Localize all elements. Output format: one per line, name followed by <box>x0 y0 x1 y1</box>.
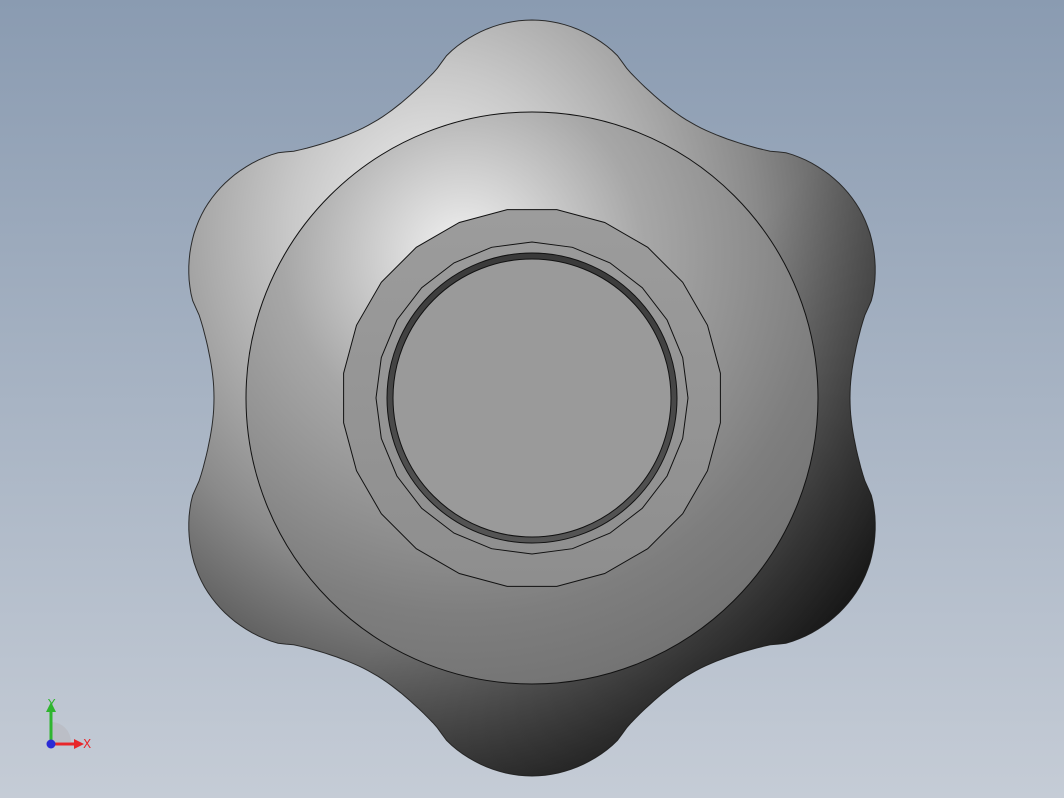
y-axis-label: Y <box>47 697 56 711</box>
cad-scene[interactable] <box>0 0 1064 798</box>
x-axis-label: X <box>83 737 91 751</box>
z-axis-origin <box>46 739 56 749</box>
bore-floor[interactable] <box>392 258 672 538</box>
graphics-viewport[interactable]: Y X <box>0 0 1064 798</box>
coordinate-triad: Y X <box>46 697 91 751</box>
triad-quadrant <box>51 722 71 742</box>
